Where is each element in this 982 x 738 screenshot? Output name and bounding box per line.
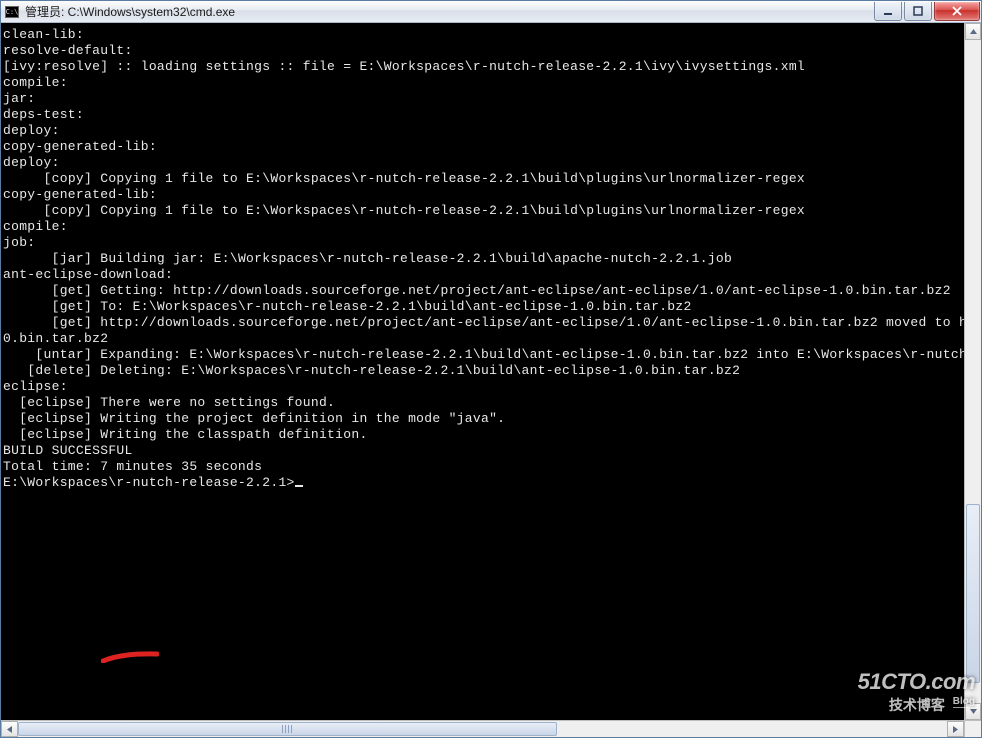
console-line: [eclipse] Writing the classpath definiti… <box>3 427 979 443</box>
console-line: resolve-default: <box>3 43 979 59</box>
console-line: [get] Getting: http://downloads.sourcefo… <box>3 283 979 299</box>
console-line: clean-lib: <box>3 27 979 43</box>
console-line: deps-test: <box>3 107 979 123</box>
console-line: Total time: 7 minutes 35 seconds <box>3 459 979 475</box>
horizontal-scroll-track[interactable] <box>18 721 947 737</box>
vertical-scrollbar[interactable] <box>964 23 981 720</box>
console-output[interactable]: clean-lib:resolve-default:[ivy:resolve] … <box>1 23 981 720</box>
maximize-button[interactable] <box>904 2 932 21</box>
console-line: [ivy:resolve] :: loading settings :: fil… <box>3 59 979 75</box>
vertical-scroll-thumb[interactable] <box>966 504 980 683</box>
console-line: [eclipse] There were no settings found. <box>3 395 979 411</box>
console-line: job: <box>3 235 979 251</box>
console-line: compile: <box>3 75 979 91</box>
console-line: eclipse: <box>3 379 979 395</box>
close-button[interactable] <box>934 2 980 21</box>
cmd-icon: C:\ <box>5 6 19 18</box>
scroll-down-button[interactable] <box>965 703 981 720</box>
console-line: [jar] Building jar: E:\Workspaces\r-nutc… <box>3 251 979 267</box>
scroll-right-button[interactable] <box>947 721 964 737</box>
console-line: [delete] Deleting: E:\Workspaces\r-nutch… <box>3 363 979 379</box>
window-title: 管理员: C:\Windows\system32\cmd.exe <box>25 3 872 20</box>
console-line: [get] http://downloads.sourceforge.net/p… <box>3 315 979 331</box>
console-line: compile: <box>3 219 979 235</box>
console-line: E:\Workspaces\r-nutch-release-2.2.1> <box>3 475 979 491</box>
console-area: clean-lib:resolve-default:[ivy:resolve] … <box>1 23 981 737</box>
console-line: copy-generated-lib: <box>3 139 979 155</box>
window-controls <box>872 2 980 22</box>
vertical-scroll-track[interactable] <box>965 40 981 703</box>
console-line: [get] To: E:\Workspaces\r-nutch-release-… <box>3 299 979 315</box>
console-line: deploy: <box>3 155 979 171</box>
console-line: [eclipse] Writing the project definition… <box>3 411 979 427</box>
titlebar[interactable]: C:\ 管理员: C:\Windows\system32\cmd.exe <box>1 1 981 23</box>
minimize-button[interactable] <box>874 2 902 21</box>
scrollbar-corner <box>964 720 981 737</box>
console-line: 0.bin.tar.bz2 <box>3 331 979 347</box>
horizontal-scroll-thumb[interactable] <box>18 722 557 736</box>
cursor <box>295 485 303 487</box>
scroll-up-button[interactable] <box>965 23 981 40</box>
cmd-window: C:\ 管理员: C:\Windows\system32\cmd.exe cle… <box>0 0 982 738</box>
console-line: [untar] Expanding: E:\Workspaces\r-nutch… <box>3 347 979 363</box>
console-line: ant-eclipse-download: <box>3 267 979 283</box>
scroll-left-button[interactable] <box>1 721 18 737</box>
red-annotation-mark <box>101 651 159 663</box>
console-line: [copy] Copying 1 file to E:\Workspaces\r… <box>3 203 979 219</box>
console-line: BUILD SUCCESSFUL <box>3 443 979 459</box>
horizontal-scrollbar[interactable] <box>1 720 964 737</box>
console-line: copy-generated-lib: <box>3 187 979 203</box>
console-line: deploy: <box>3 123 979 139</box>
console-line: [copy] Copying 1 file to E:\Workspaces\r… <box>3 171 979 187</box>
console-line: jar: <box>3 91 979 107</box>
